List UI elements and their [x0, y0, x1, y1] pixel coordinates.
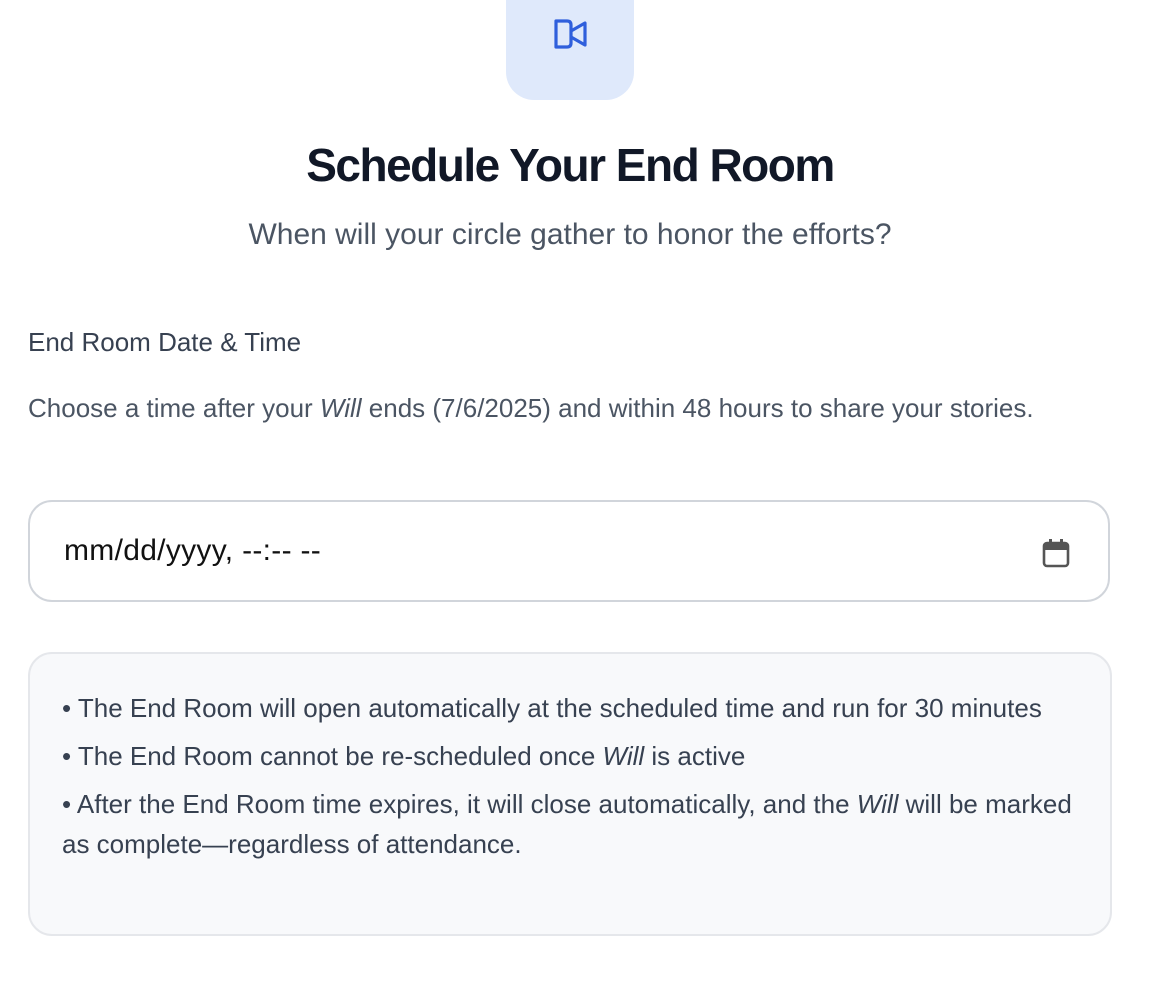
note-text: • After the End Room time expires, it wi… [62, 789, 857, 819]
datetime-placeholder[interactable]: mm/dd/yyyy, --:-- -- [64, 534, 321, 568]
page-title: Schedule Your End Room [306, 139, 835, 191]
note-will: Will [856, 789, 899, 819]
end-room-notes-box: • The End Room will open automatically a… [28, 652, 1112, 936]
note-will: Will [602, 741, 645, 771]
note-text: is active [644, 741, 746, 771]
video-camera-icon [554, 19, 587, 49]
end-room-datetime-label: End Room Date & Time [28, 327, 302, 357]
header-icon-tile [506, 0, 634, 100]
end-room-datetime-input[interactable]: mm/dd/yyyy, --:-- -- [28, 500, 1110, 602]
help-text-part1: Choose a time after your [28, 393, 320, 423]
help-text-will: Will [319, 393, 362, 423]
note-item: • The End Room cannot be re-scheduled on… [62, 736, 1078, 776]
end-room-help-text: Choose a time after your Will ends (7/6/… [28, 388, 1108, 428]
note-item: • The End Room will open automatically a… [62, 688, 1078, 728]
note-item: • After the End Room time expires, it wi… [62, 784, 1078, 864]
calendar-icon[interactable] [1042, 538, 1070, 568]
note-text: • The End Room will open automatically a… [62, 693, 1042, 723]
page-subtitle: When will your circle gather to honor th… [248, 218, 892, 251]
note-text: • The End Room cannot be re-scheduled on… [62, 741, 603, 771]
help-text-part2: ends (7/6/2025) and within 48 hours to s… [361, 393, 1034, 423]
